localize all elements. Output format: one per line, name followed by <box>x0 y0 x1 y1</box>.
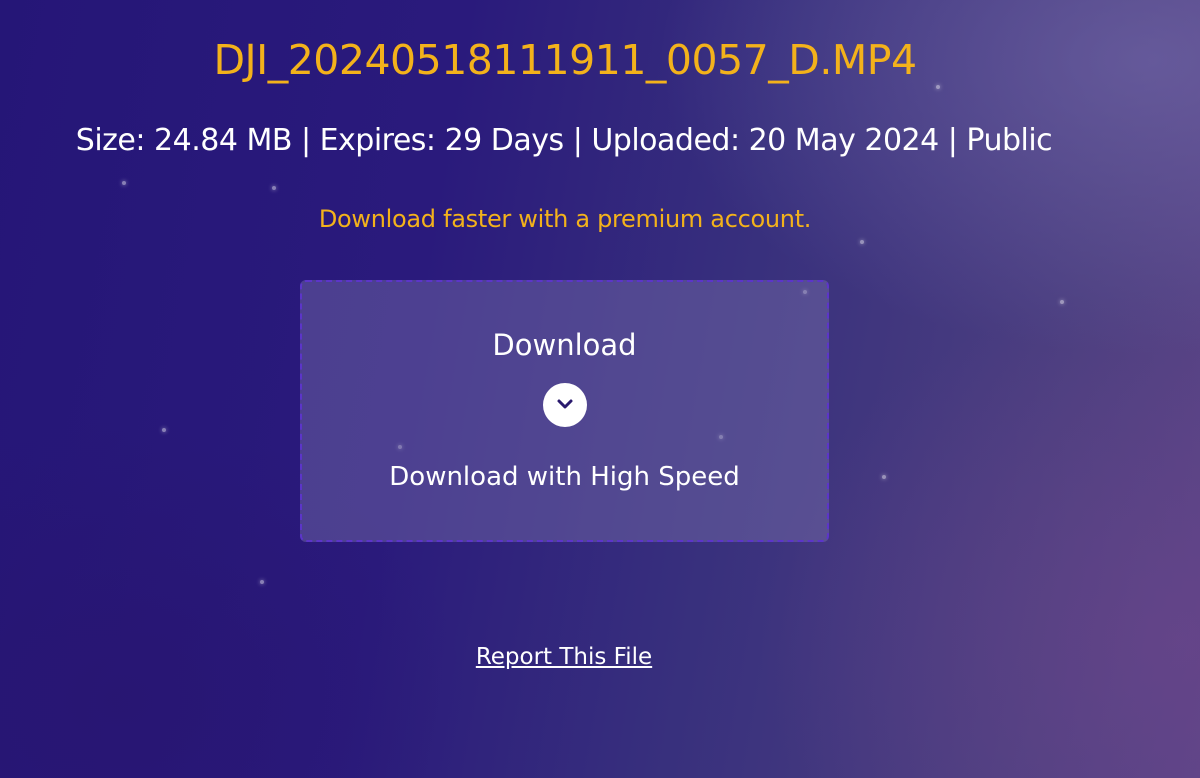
download-label: Download <box>492 328 637 362</box>
download-button[interactable]: Download Download with High Speed <box>300 280 829 542</box>
background-star <box>272 186 276 190</box>
report-file-link[interactable]: Report This File <box>476 644 652 670</box>
background-star <box>1060 300 1064 304</box>
background-star <box>260 580 264 584</box>
file-name-title: DJI_20240518111911_0057_D.MP4 <box>213 36 917 84</box>
chevron-down-icon[interactable] <box>543 383 587 427</box>
background-star <box>860 240 864 244</box>
report-container: Report This File <box>0 640 1128 674</box>
background-star <box>882 475 886 479</box>
file-meta-info: Size: 24.84 MB | Expires: 29 Days | Uplo… <box>75 123 1053 158</box>
premium-promo-text: Download faster with a premium account. <box>318 205 812 233</box>
background-star <box>122 181 126 185</box>
background-star <box>162 428 166 432</box>
download-high-speed-label[interactable]: Download with High Speed <box>302 459 827 495</box>
